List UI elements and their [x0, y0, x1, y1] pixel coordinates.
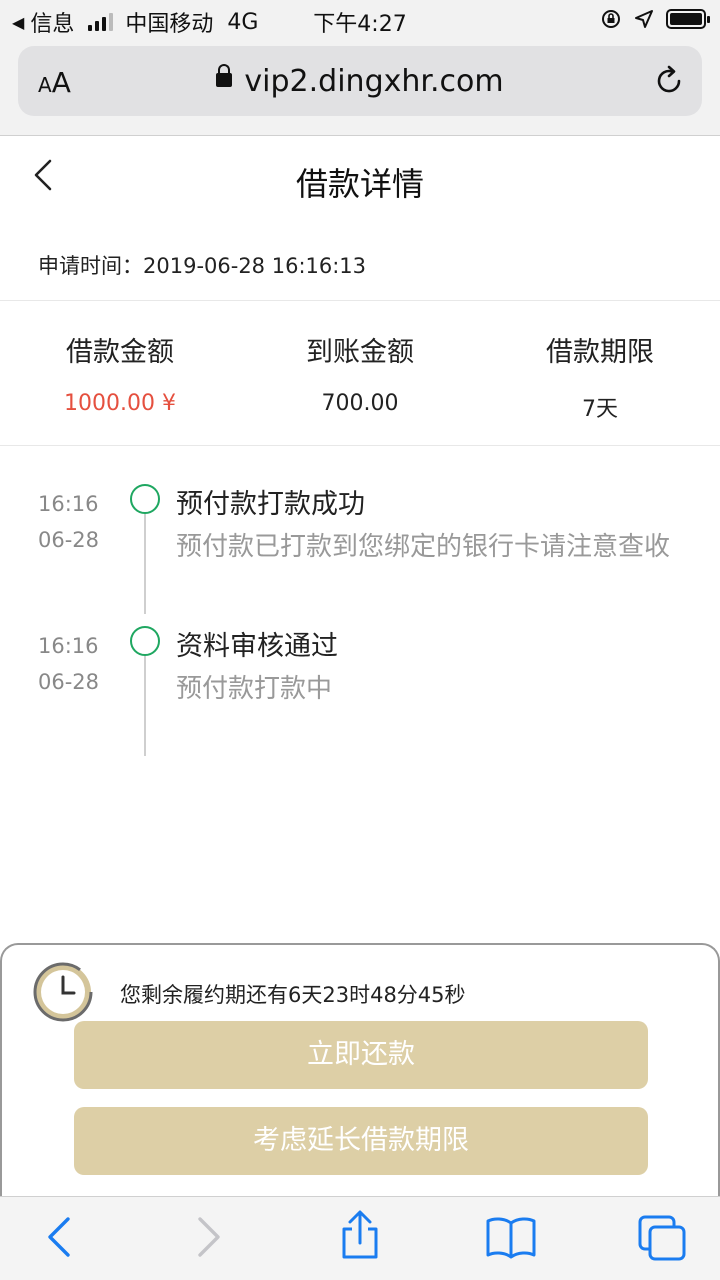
bookmarks-icon[interactable] [484, 1215, 538, 1259]
timeline-connector [144, 514, 146, 614]
share-icon[interactable] [336, 1209, 384, 1261]
tabs-icon[interactable] [636, 1213, 688, 1263]
loan-term-value: 7天 [582, 397, 618, 422]
location-icon [635, 10, 653, 28]
loan-term-label: 借款期限 [546, 337, 654, 368]
browser-back-icon[interactable] [40, 1213, 80, 1261]
loan-amount-value: 1000.00 ¥ [64, 391, 176, 416]
loan-amount-label: 借款金额 [66, 337, 174, 368]
lock-icon [216, 63, 233, 87]
status-bar: ◀ 信息 中国移动 4G 下午4:27 [0, 0, 720, 40]
timeline-description: 预付款打款中 [176, 674, 333, 704]
loan-amount: 借款金额 1000.00 ¥ [0, 330, 240, 423]
received-amount-value: 700.00 [321, 391, 399, 416]
timeline-title: 资料审核通过 [176, 631, 338, 662]
timeline-title: 预付款打款成功 [176, 489, 365, 520]
divider [0, 445, 720, 446]
divider [0, 300, 720, 301]
timeline-description: 预付款已打款到您绑定的银行卡请注意查收 [176, 532, 671, 562]
battery-icon [666, 9, 710, 29]
browser-forward-icon[interactable] [188, 1213, 228, 1261]
apply-time-value: 2019-06-28 16:16:13 [143, 254, 367, 278]
apply-time: 申请时间：2019-06-28 16:16:13 [38, 250, 366, 280]
reload-icon[interactable] [652, 64, 686, 98]
timeline-time: 16:16 06-28 [38, 634, 100, 694]
timeline-connector [144, 656, 146, 756]
apply-time-label: 申请时间： [38, 254, 143, 278]
countdown-text: 您剩余履约期还有6天23时48分45秒 [120, 983, 466, 1007]
status-bar-right [600, 8, 710, 30]
repay-now-button[interactable]: 立即还款 [74, 1021, 648, 1089]
page-title: 借款详情 [295, 165, 424, 203]
url-text: vip2.dingxhr.com [244, 64, 504, 99]
address-bar[interactable]: AA vip2.dingxhr.com [18, 46, 702, 116]
timeline-dot-icon [130, 626, 160, 656]
loan-summary: 借款金额 1000.00 ¥ 到账金额 700.00 借款期限 7天 [0, 330, 720, 423]
orientation-lock-icon [602, 10, 620, 28]
browser-toolbar [0, 1196, 720, 1280]
url-display[interactable]: vip2.dingxhr.com [18, 63, 702, 99]
timeline-dot-icon [130, 484, 160, 514]
timeline-time: 16:16 06-28 [38, 492, 100, 552]
browser-address-area: AA vip2.dingxhr.com [0, 40, 720, 136]
extend-term-button[interactable]: 考虑延长借款期限 [74, 1107, 648, 1175]
page-header: 借款详情 [0, 137, 720, 223]
received-amount-label: 到账金额 [306, 337, 414, 368]
loan-term: 借款期限 7天 [480, 330, 720, 423]
received-amount: 到账金额 700.00 [240, 330, 480, 423]
clock-icon [33, 962, 93, 1022]
repayment-panel: 您剩余履约期还有6天23时48分45秒 立即还款 考虑延长借款期限 [0, 943, 720, 1200]
